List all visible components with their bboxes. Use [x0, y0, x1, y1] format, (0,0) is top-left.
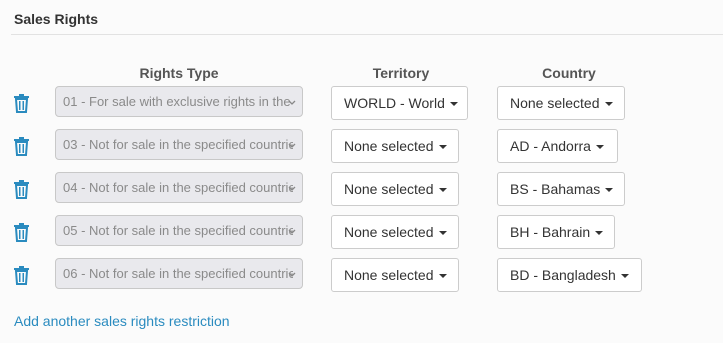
caret-down-icon — [604, 102, 613, 107]
territory-dropdown[interactable]: WORLD - World — [331, 86, 468, 120]
territory-value: WORLD - World — [344, 95, 445, 111]
rights-type-value: 05 - Not for sale in the specified count… — [63, 223, 293, 238]
sales-rights-row: 01 - For sale with exclusive rights in t… — [0, 86, 723, 120]
country-value: BH - Bahrain — [510, 224, 591, 240]
sales-rights-row: 06 - Not for sale in the specified count… — [0, 258, 723, 292]
country-value: BD - Bangladesh — [510, 267, 616, 283]
country-dropdown[interactable]: AD - Andorra — [497, 129, 618, 163]
territory-dropdown[interactable]: None selected — [331, 129, 459, 163]
territory-value: None selected — [344, 138, 434, 154]
territory-value: None selected — [344, 267, 434, 283]
rights-type-value: 01 - For sale with exclusive rights in t… — [63, 94, 293, 109]
caret-down-icon — [438, 274, 447, 279]
caret-down-icon — [620, 274, 629, 279]
trash-icon[interactable] — [13, 265, 30, 285]
country-dropdown[interactable]: BS - Bahamas — [497, 172, 625, 206]
section-divider — [11, 34, 723, 35]
territory-dropdown[interactable]: None selected — [331, 215, 459, 249]
caret-down-icon — [605, 188, 614, 193]
column-header-country: Country — [542, 65, 596, 81]
territory-dropdown[interactable]: None selected — [331, 258, 459, 292]
territory-value: None selected — [344, 224, 434, 240]
country-dropdown[interactable]: None selected — [497, 86, 625, 120]
rights-type-select: 04 - Not for sale in the specified count… — [55, 172, 303, 203]
rights-type-value: 03 - Not for sale in the specified count… — [63, 137, 293, 152]
add-sales-rights-link[interactable]: Add another sales rights restriction — [14, 313, 230, 329]
trash-icon[interactable] — [13, 222, 30, 242]
section-title: Sales Rights — [14, 11, 99, 27]
rights-type-select: 01 - For sale with exclusive rights in t… — [55, 86, 303, 117]
trash-icon[interactable] — [13, 179, 30, 199]
caret-down-icon — [438, 145, 447, 150]
country-value: AD - Andorra — [510, 138, 591, 154]
country-value: None selected — [510, 95, 600, 111]
caret-down-icon — [595, 231, 604, 236]
column-header-rights-type: Rights Type — [139, 65, 219, 81]
sales-rights-row: 04 - Not for sale in the specified count… — [0, 172, 723, 206]
chevron-down-icon — [287, 96, 297, 106]
caret-down-icon — [438, 188, 447, 193]
rights-type-select: 03 - Not for sale in the specified count… — [55, 129, 303, 160]
rights-type-select: 06 - Not for sale in the specified count… — [55, 258, 303, 289]
caret-down-icon — [438, 231, 447, 236]
rights-type-select: 05 - Not for sale in the specified count… — [55, 215, 303, 246]
rights-type-value: 04 - Not for sale in the specified count… — [63, 180, 293, 195]
column-header-territory: Territory — [372, 65, 430, 81]
chevron-down-icon — [287, 182, 297, 192]
rights-type-value: 06 - Not for sale in the specified count… — [63, 266, 293, 281]
territory-value: None selected — [344, 181, 434, 197]
chevron-down-icon — [287, 225, 297, 235]
country-value: BS - Bahamas — [510, 181, 601, 197]
caret-down-icon — [595, 145, 604, 150]
chevron-down-icon — [287, 139, 297, 149]
trash-icon[interactable] — [13, 136, 30, 156]
sales-rights-row: 03 - Not for sale in the specified count… — [0, 129, 723, 163]
caret-down-icon — [449, 102, 458, 107]
trash-icon[interactable] — [13, 93, 30, 113]
sales-rights-row: 05 - Not for sale in the specified count… — [0, 215, 723, 249]
chevron-down-icon — [287, 268, 297, 278]
territory-dropdown[interactable]: None selected — [331, 172, 459, 206]
country-dropdown[interactable]: BD - Bangladesh — [497, 258, 642, 292]
country-dropdown[interactable]: BH - Bahrain — [497, 215, 615, 249]
